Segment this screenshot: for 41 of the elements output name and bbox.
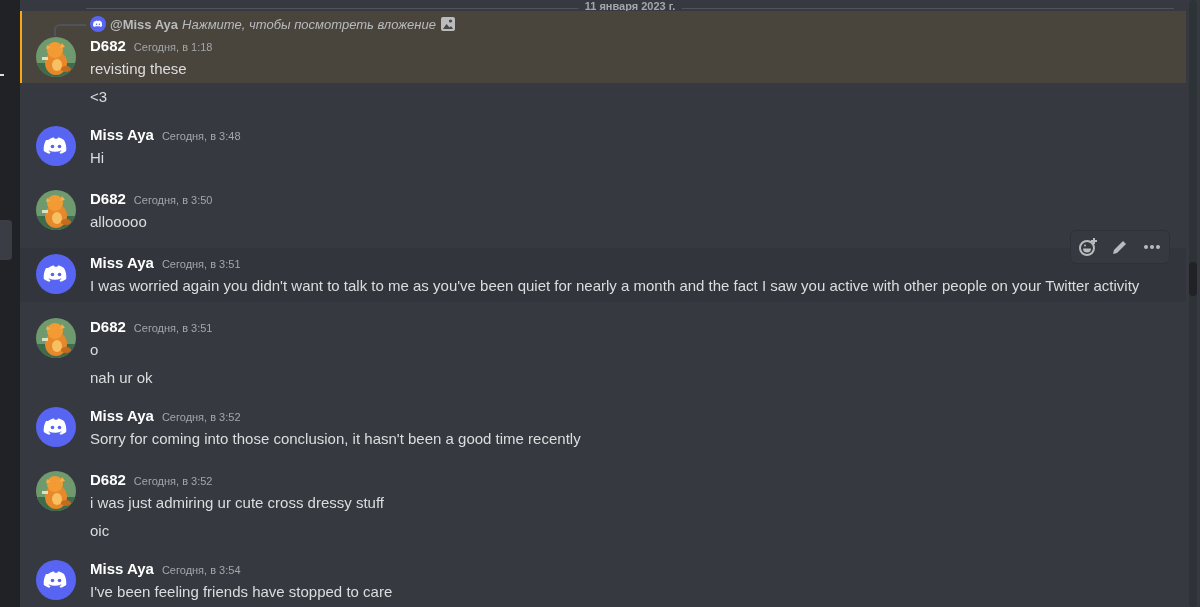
timestamp: Сегодня, в 3:50: [133, 193, 213, 208]
pencil-icon: [1111, 238, 1129, 256]
timestamp: Сегодня, в 3:54: [161, 563, 241, 578]
reply-text[interactable]: Нажмите, чтобы посмотреть вложение: [182, 16, 436, 32]
author-name[interactable]: Miss Aya: [90, 405, 154, 427]
timestamp: Сегодня, в 3:52: [133, 474, 213, 489]
timestamp: Сегодня, в 3:51: [161, 257, 241, 272]
message-text: i was just admiring ur cute cross dressy stuff: [90, 493, 385, 513]
avatar-icon: [36, 254, 76, 294]
author-name[interactable]: D682: [90, 188, 126, 210]
author-name[interactable]: Miss Aya: [90, 252, 154, 274]
author-name[interactable]: D682: [90, 469, 126, 491]
avatar-icon: [36, 560, 76, 600]
timestamp: Сегодня, в 3:48: [161, 129, 241, 144]
timestamp: Сегодня, в 3:52: [161, 410, 241, 425]
timestamp: Сегодня, в 3:51: [133, 321, 213, 336]
avatar-icon: [36, 126, 76, 166]
unread-indicator: [0, 74, 4, 76]
more-icon: [1143, 244, 1161, 250]
reply-author[interactable]: @Miss Aya: [110, 16, 179, 32]
author-name[interactable]: Miss Aya: [90, 558, 154, 580]
author-name[interactable]: Miss Aya: [90, 124, 154, 146]
message-text: I was worried again you didn't want to talk to me as you've been quiet for nearly a month and the fact I saw you active with other people on your Twitter activity: [90, 276, 1141, 296]
reply-avatar-icon: [90, 16, 106, 32]
message-text: o: [90, 340, 100, 360]
image-icon: [439, 16, 456, 32]
timestamp: Сегодня, в 1:18: [133, 40, 213, 55]
message-text: Hi: [90, 148, 106, 168]
emoji-plus-icon: [1078, 237, 1098, 257]
message-text: I've been feeling friends have stopped to care: [90, 582, 394, 602]
message-text: oic: [90, 521, 111, 541]
message-text: Sorry for coming into those conclusion, it hasn't been a good time recently: [90, 429, 582, 449]
message-text: <3: [90, 87, 109, 107]
author-name[interactable]: D682: [90, 35, 126, 57]
message-text: revisting these: [90, 59, 188, 79]
message-text: nah ur ok: [90, 368, 154, 388]
author-name[interactable]: D682: [90, 316, 126, 338]
scrollbar-thumb[interactable]: [1189, 262, 1197, 296]
avatar-icon: [36, 407, 76, 447]
message-text: allooooo: [90, 212, 148, 232]
reply-connector: [54, 24, 86, 36]
